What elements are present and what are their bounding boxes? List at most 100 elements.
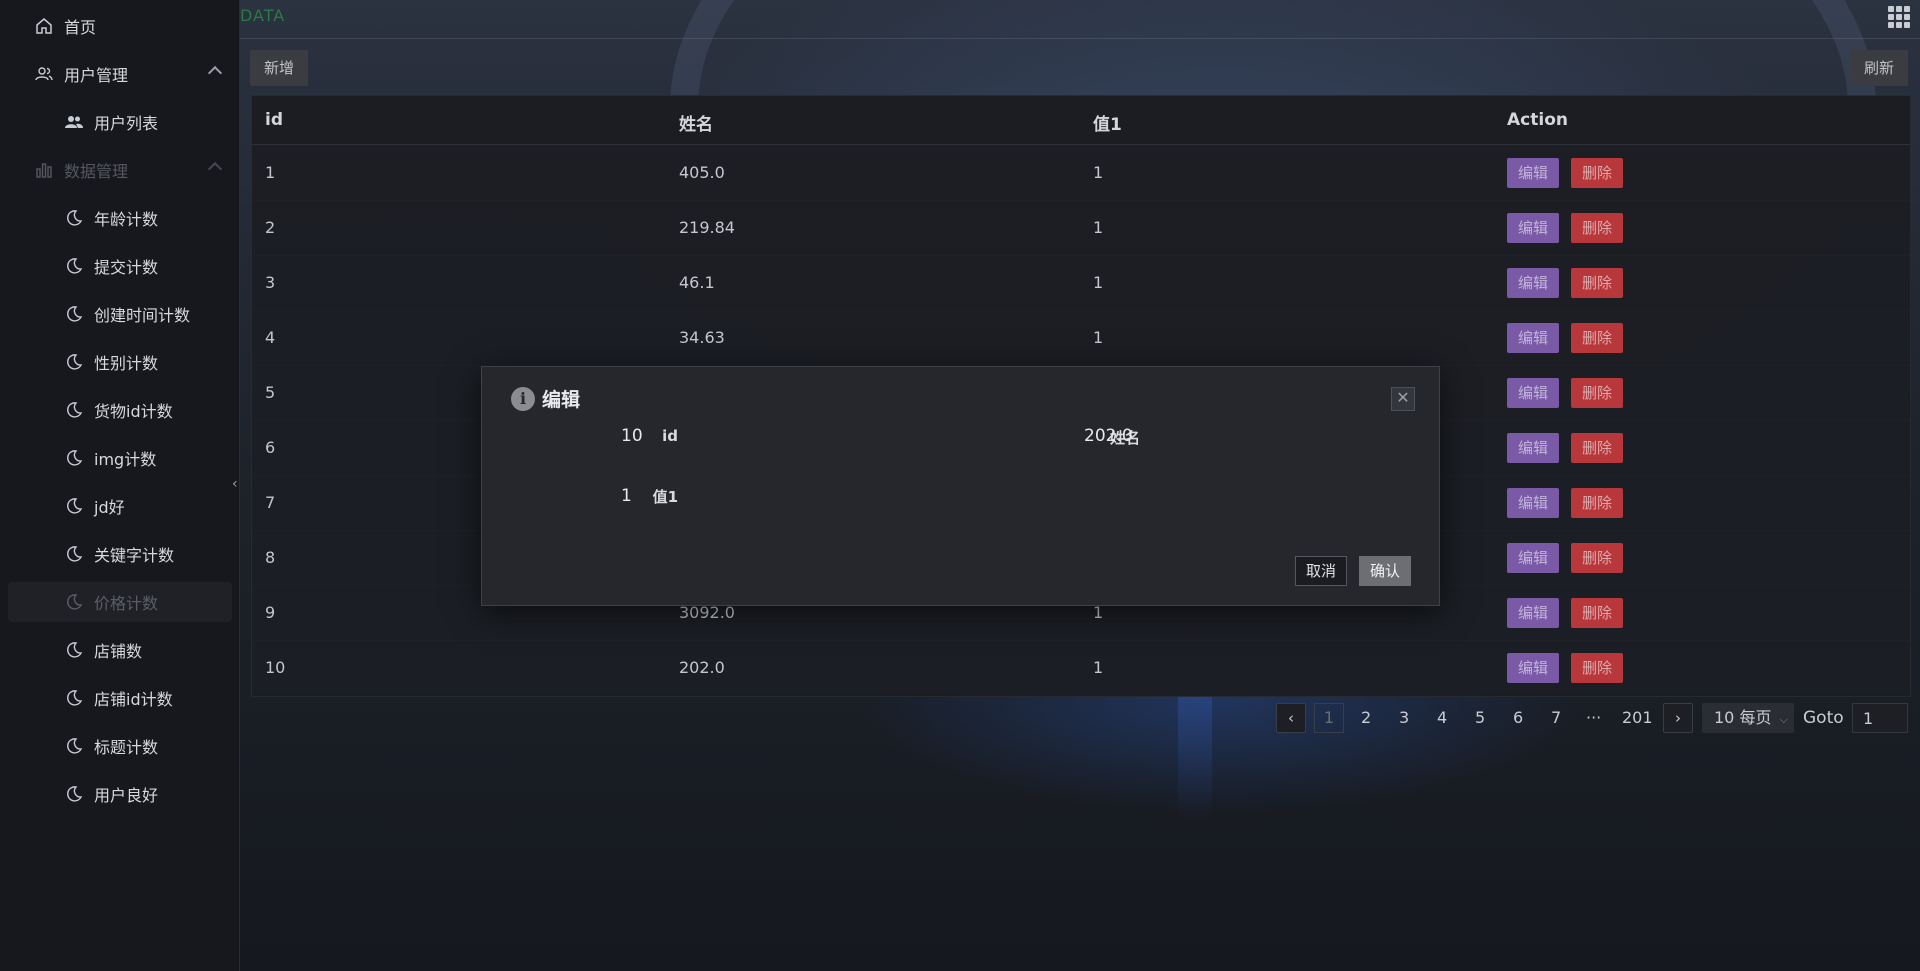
- moon-icon: [64, 544, 84, 564]
- moon-icon: [64, 304, 84, 324]
- page-size-select[interactable]: 10 每页 ⌵: [1702, 703, 1794, 733]
- sidebar-item-data[interactable]: 性别计数: [8, 342, 232, 382]
- edit-button[interactable]: 编辑: [1507, 158, 1559, 188]
- dialog-title: 编辑: [542, 389, 581, 411]
- page-link[interactable]: 4: [1437, 703, 1447, 733]
- apps-grid-icon[interactable]: [1888, 6, 1910, 28]
- cell-name: 405.0: [679, 163, 725, 182]
- cell-id: 8: [265, 548, 276, 567]
- delete-button[interactable]: 删除: [1571, 653, 1623, 683]
- edit-button[interactable]: 编辑: [1507, 378, 1559, 408]
- sidebar-item-user-mgmt[interactable]: 用户管理: [8, 54, 232, 94]
- edit-button[interactable]: 编辑: [1507, 543, 1559, 573]
- table-header: id 姓名 值1 Action: [252, 96, 1910, 145]
- page-link[interactable]: 6: [1513, 703, 1523, 733]
- delete-button[interactable]: 删除: [1571, 543, 1623, 573]
- cell-id: 2: [265, 218, 276, 237]
- sidebar-item-data[interactable]: 店铺数: [8, 630, 232, 670]
- header-divider: [240, 38, 1920, 39]
- page-link-last[interactable]: 201: [1622, 703, 1653, 733]
- cell-id: 7: [265, 493, 276, 512]
- column-header-action: Action: [1507, 110, 1568, 130]
- sidebar-item-home[interactable]: 首页: [8, 6, 232, 46]
- page-link[interactable]: 2: [1361, 703, 1371, 733]
- next-page-button[interactable]: ›: [1663, 703, 1693, 733]
- delete-button[interactable]: 删除: [1571, 268, 1623, 298]
- cell-value1: 1: [1093, 273, 1104, 292]
- user-group-icon: [64, 112, 84, 132]
- prev-page-button[interactable]: ‹: [1276, 703, 1306, 733]
- field-value-value1[interactable]: 1: [621, 486, 632, 506]
- cell-id: 6: [265, 438, 276, 457]
- edit-button[interactable]: 编辑: [1507, 323, 1559, 353]
- refresh-button[interactable]: 刷新: [1849, 50, 1908, 86]
- field-value-name[interactable]: 202.0: [1084, 426, 1133, 446]
- cell-id: 3: [265, 273, 276, 292]
- table-row: 4 34.63 1 编辑 删除: [252, 310, 1910, 366]
- pagination: ‹ 1 2 3 4 5 6 7 ··· 201 › 10 每页 ⌵ Goto 1: [1276, 703, 1910, 733]
- page-ellipsis[interactable]: ···: [1586, 703, 1601, 733]
- sidebar-item-data[interactable]: 用户良好: [8, 774, 232, 814]
- edit-button[interactable]: 编辑: [1507, 598, 1559, 628]
- cancel-button[interactable]: 取消: [1295, 556, 1347, 586]
- page-link[interactable]: 5: [1475, 703, 1485, 733]
- sidebar-item-data-mgmt[interactable]: 数据管理: [8, 150, 232, 190]
- goto-label: Goto: [1803, 708, 1844, 728]
- sidebar-item-user-list[interactable]: 用户列表: [8, 102, 232, 142]
- delete-button[interactable]: 删除: [1571, 598, 1623, 628]
- sidebar-collapse-icon[interactable]: ‹: [232, 476, 246, 496]
- sidebar-item-label: 用户列表: [94, 114, 159, 133]
- delete-button[interactable]: 删除: [1571, 213, 1623, 243]
- moon-icon: [64, 448, 84, 468]
- delete-button[interactable]: 删除: [1571, 158, 1623, 188]
- edit-button[interactable]: 编辑: [1507, 213, 1559, 243]
- cell-name: 202.0: [679, 658, 725, 677]
- add-button[interactable]: 新增: [250, 50, 309, 86]
- sidebar-item-label: 用户管理: [64, 66, 129, 85]
- goto-input[interactable]: 1: [1852, 703, 1908, 733]
- close-icon[interactable]: ✕: [1391, 387, 1415, 411]
- sidebar-item-label: 货物id计数: [94, 402, 173, 421]
- sidebar-item-data[interactable]: 创建时间计数: [8, 294, 232, 334]
- sidebar-item-label: 年龄计数: [94, 210, 159, 229]
- table-row: 3 46.1 1 编辑 删除: [252, 255, 1910, 311]
- moon-icon: [64, 736, 84, 756]
- sidebar-item-data[interactable]: 提交计数: [8, 246, 232, 286]
- moon-icon: [64, 592, 84, 612]
- sidebar-item-label: jd好: [94, 498, 125, 517]
- sidebar-item-label: 店铺数: [94, 642, 143, 661]
- sidebar-item-data[interactable]: jd好: [8, 486, 232, 526]
- cell-name: 219.84: [679, 218, 735, 237]
- users-icon: [34, 64, 54, 84]
- sidebar-item-data[interactable]: 年龄计数: [8, 198, 232, 238]
- moon-icon: [64, 352, 84, 372]
- chevron-down-icon: ⌵: [1779, 713, 1788, 726]
- sidebar-item-data[interactable]: img计数: [8, 438, 232, 478]
- sidebar-item-label: 关键字计数: [94, 546, 175, 565]
- table-row: 2 219.84 1 编辑 删除: [252, 200, 1910, 256]
- confirm-button[interactable]: 确认: [1359, 556, 1411, 586]
- page-current[interactable]: 1: [1314, 703, 1344, 733]
- field-value-id[interactable]: 10: [621, 426, 643, 446]
- page-link[interactable]: 7: [1551, 703, 1561, 733]
- sidebar-item-data[interactable]: 店铺id计数: [8, 678, 232, 718]
- delete-button[interactable]: 删除: [1571, 378, 1623, 408]
- page-link[interactable]: 3: [1399, 703, 1409, 733]
- moon-icon: [64, 496, 84, 516]
- delete-button[interactable]: 删除: [1571, 488, 1623, 518]
- moon-icon: [64, 400, 84, 420]
- sidebar-item-data[interactable]: 标题计数: [8, 726, 232, 766]
- delete-button[interactable]: 删除: [1571, 433, 1623, 463]
- edit-button[interactable]: 编辑: [1507, 268, 1559, 298]
- cell-name: 46.1: [679, 273, 715, 292]
- sidebar-item-data-active[interactable]: 价格计数: [8, 582, 232, 622]
- delete-button[interactable]: 删除: [1571, 323, 1623, 353]
- edit-button[interactable]: 编辑: [1507, 653, 1559, 683]
- sidebar-item-data[interactable]: 关键字计数: [8, 534, 232, 574]
- sidebar-item-label: 数据管理: [64, 162, 129, 181]
- sidebar-item-label: 标题计数: [94, 738, 159, 757]
- edit-button[interactable]: 编辑: [1507, 433, 1559, 463]
- edit-button[interactable]: 编辑: [1507, 488, 1559, 518]
- sidebar-item-data[interactable]: 货物id计数: [8, 390, 232, 430]
- chevron-up-icon: [207, 161, 223, 177]
